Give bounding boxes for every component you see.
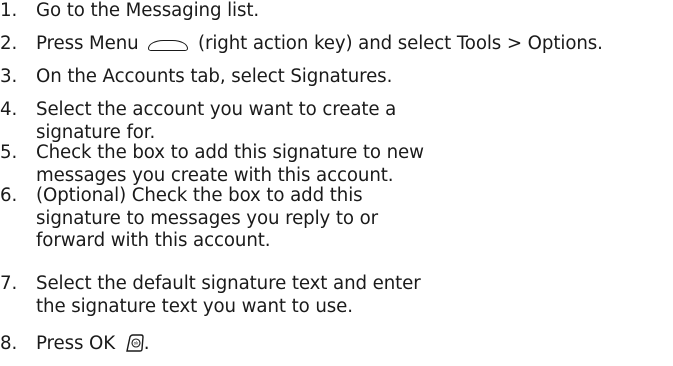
step-text: (right action key) and select Tools > Op… — [197, 33, 603, 54]
step-number: 4. — [0, 99, 18, 120]
step-4: 4. Select the account you want to create… — [0, 99, 396, 144]
step-number: 8. — [0, 333, 18, 354]
step-3: 3. On the Accounts tab, select Signature… — [0, 66, 392, 89]
step-number: 6. — [0, 185, 18, 206]
step-text: the signature text you want to use. — [36, 295, 353, 317]
step-5: 5. Check the box to add this signature t… — [0, 142, 424, 187]
step-text: Press OK — [36, 333, 116, 354]
step-text: Select the default signature text and en… — [36, 273, 421, 294]
ok-key-icon: ok — [125, 334, 144, 352]
step-text: (Optional) Check the box to add this — [36, 185, 363, 206]
step-number: 3. — [0, 66, 18, 87]
right-action-key-icon — [148, 40, 189, 51]
step-text: . — [143, 333, 150, 354]
step-text: Press Menu — [36, 33, 139, 54]
step-number: 5. — [0, 142, 18, 163]
instruction-steps: 1. Go to the Messaging list. 2. Press Me… — [0, 0, 673, 366]
step-text: On the Accounts tab, select Signatures. — [36, 66, 393, 87]
step-number: 7. — [0, 273, 18, 294]
step-text: signature for. — [36, 121, 156, 143]
step-6: 6. (Optional) Check the box to add this … — [0, 185, 378, 253]
step-text: messages you create with this account. — [36, 164, 394, 186]
step-text: Go to the Messaging list. — [36, 0, 260, 21]
step-7: 7. Select the default signature text and… — [0, 273, 421, 318]
step-number: 2. — [0, 33, 18, 54]
step-text: forward with this account. — [36, 230, 271, 251]
step-8: 8. Press OK ok . — [0, 333, 150, 356]
step-number: 1. — [0, 0, 18, 21]
step-text: signature to messages you reply to or — [36, 207, 379, 229]
svg-text:ok: ok — [133, 341, 138, 346]
step-text: Check the box to add this signature to n… — [36, 142, 424, 163]
step-2: 2. Press Menu (right action key) and sel… — [0, 33, 603, 56]
step-1: 1. Go to the Messaging list. — [0, 0, 259, 23]
step-text: Select the account you want to create a — [36, 99, 397, 120]
